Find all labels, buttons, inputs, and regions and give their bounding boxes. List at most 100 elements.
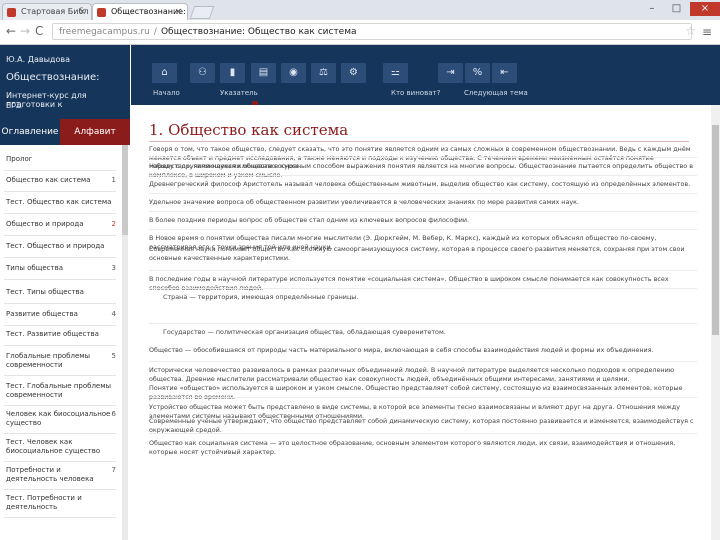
toc-divider xyxy=(4,461,116,462)
toc-divider xyxy=(4,303,116,304)
toc-item-number: 7 xyxy=(111,466,116,474)
paragraph-divider xyxy=(149,211,697,212)
exit-icon[interactable]: ⇥ xyxy=(438,63,463,83)
paragraph-divider xyxy=(149,323,697,324)
tab-alphabet[interactable]: Алфавит xyxy=(60,119,130,145)
toc-item[interactable]: Потребности и деятельность человека xyxy=(6,466,112,484)
paragraph-divider xyxy=(149,288,697,289)
structure-icon[interactable]: ⚍ xyxy=(383,63,408,83)
tab-close-icon[interactable]: × xyxy=(174,4,182,20)
paragraph-divider xyxy=(149,157,697,158)
toc-item[interactable]: Тест. Развитие общества xyxy=(6,330,112,339)
toc-item[interactable]: Человек как биосоциальное существо xyxy=(6,410,112,428)
toc-divider xyxy=(4,235,116,236)
reload-icon[interactable]: C xyxy=(35,24,43,38)
toc-item[interactable]: Тест. Потребности и деятельность xyxy=(6,494,112,512)
toc-item[interactable]: Тест. Общество как система xyxy=(6,198,112,207)
content-paragraph: Удельное значение вопроса об общественно… xyxy=(149,198,580,206)
toc-divider xyxy=(4,325,116,326)
paragraph-divider xyxy=(149,397,697,398)
window-controls: – □ × xyxy=(641,2,720,16)
toc-divider xyxy=(4,345,116,346)
paragraph-divider xyxy=(149,361,697,362)
toc-divider xyxy=(4,213,116,214)
page-scrollbar[interactable] xyxy=(711,105,720,540)
content-paragraph: В последние годы в научной литературе ис… xyxy=(149,275,669,292)
toc-divider xyxy=(4,405,116,406)
sidebar-scroll-thumb[interactable] xyxy=(122,145,128,235)
toc-divider xyxy=(4,279,116,280)
toc-item[interactable]: Глобальные проблемы современности xyxy=(6,352,112,370)
toc-item[interactable]: Развитие общества xyxy=(6,310,112,319)
toc-item[interactable]: Пролог xyxy=(6,155,112,164)
paragraph-divider xyxy=(149,433,697,434)
content-paragraph: Современные учёные утверждают, что общес… xyxy=(149,417,694,434)
toc-divider xyxy=(4,170,116,171)
sidebar-scrollbar[interactable] xyxy=(122,145,128,540)
globe-icon[interactable]: ◉ xyxy=(281,63,306,83)
content-paragraph: Страна — территория, имеющая определённы… xyxy=(163,293,359,301)
briefcase-icon[interactable]: ▤ xyxy=(251,63,276,83)
browser-tab-social-studies[interactable]: Обществознание: × xyxy=(92,3,188,20)
toc-item[interactable]: Общество как система xyxy=(6,176,112,185)
toc-item[interactable]: Тест. Человек как биосоциальное существо xyxy=(6,438,112,456)
toc-divider xyxy=(4,191,116,192)
url-field[interactable]: freemegacampus.ru / Обществознание: Общест… xyxy=(52,23,692,40)
users-icon[interactable]: ⚇ xyxy=(190,63,215,83)
toolbar-label-next: Следующая тема xyxy=(464,89,528,97)
paragraph-divider xyxy=(149,175,697,176)
export-icon[interactable]: ⇤ xyxy=(492,63,517,83)
percent-icon[interactable]: % xyxy=(465,63,490,83)
content-paragraph: Исторически человечество развивалось в р… xyxy=(149,366,675,383)
favicon-icon xyxy=(7,8,16,17)
paragraph-divider xyxy=(149,193,697,194)
content-paragraph: Общество — обособившаяся от природы част… xyxy=(149,346,654,354)
toc-divider xyxy=(4,433,116,434)
book-icon[interactable]: ▮ xyxy=(220,63,245,83)
toc-item[interactable]: Тест. Общество и природа xyxy=(6,242,112,251)
toc-item-number: 6 xyxy=(111,410,116,418)
toc-item[interactable]: Типы общества xyxy=(6,264,112,273)
content-paragraph: Понятие «общество» используется в широко… xyxy=(149,384,683,401)
toolbar-label-who: Кто виноват? xyxy=(391,89,441,97)
forward-icon[interactable]: → xyxy=(20,24,30,38)
course-toolbar: Начало Указатель Кто виноват? Следующая … xyxy=(131,45,720,105)
toc-item-number: 3 xyxy=(111,264,116,272)
tab-contents[interactable]: Оглавление xyxy=(0,119,60,145)
toc-item[interactable]: Тест. Глобальные проблемы современности xyxy=(6,382,112,400)
close-window-icon[interactable]: × xyxy=(690,2,720,16)
toc-item[interactable]: Общество и природа xyxy=(6,220,112,229)
tab-close-icon[interactable]: × xyxy=(78,4,86,20)
sidebar: Ю.А. Давыдова Обществознание: Интернет-к… xyxy=(0,45,130,540)
settings-icon[interactable]: ⚙ xyxy=(341,63,366,83)
minimize-icon[interactable]: – xyxy=(641,2,663,16)
content-paragraph: Древнегреческий философ Аристотель назыв… xyxy=(149,180,691,188)
url-page-title: Обществознание: Общество как система xyxy=(160,27,357,37)
favicon-icon xyxy=(97,8,106,17)
browser-tab-bar: Стартовая Библ × Обществознание: × – □ × xyxy=(0,0,720,20)
toc-item[interactable]: Тест. Типы общества xyxy=(6,288,112,297)
paragraph-divider xyxy=(149,229,697,230)
course-title: Обществознание: xyxy=(6,72,100,83)
browser-tab-library[interactable]: Стартовая Библ × xyxy=(2,3,92,20)
toc-item-number: 4 xyxy=(111,310,116,318)
browser-menu-icon[interactable]: ≡ xyxy=(702,25,712,39)
content-paragraph: Современная наука понимает общество как … xyxy=(149,245,685,262)
bookmark-star-icon[interactable]: ☆ xyxy=(685,24,696,38)
content-paragraph: Наряду с другими науками общество основн… xyxy=(149,162,693,179)
toc-divider xyxy=(4,375,116,376)
address-bar-row: ← → C freemegacampus.ru / Обществознание: … xyxy=(0,20,720,45)
course-subtitle-2: ЕГЭ xyxy=(6,101,22,110)
maximize-icon[interactable]: □ xyxy=(665,2,687,16)
sidebar-tabs: Оглавление Алфавит xyxy=(0,119,130,145)
scales-icon[interactable]: ⚖ xyxy=(311,63,336,83)
back-icon[interactable]: ← xyxy=(6,24,16,38)
course-header: Ю.А. Давыдова Обществознание: Интернет-к… xyxy=(0,45,130,119)
home-icon[interactable]: ⌂ xyxy=(152,63,177,83)
page-scroll-thumb[interactable] xyxy=(712,125,719,335)
main-content: 1. Общество как система Говоря о том, чт… xyxy=(131,105,711,540)
toc-divider xyxy=(4,257,116,258)
content-paragraph: В более поздние периоды вопрос об общест… xyxy=(149,216,470,224)
new-tab-button[interactable] xyxy=(189,6,215,19)
toc-divider xyxy=(4,517,116,518)
